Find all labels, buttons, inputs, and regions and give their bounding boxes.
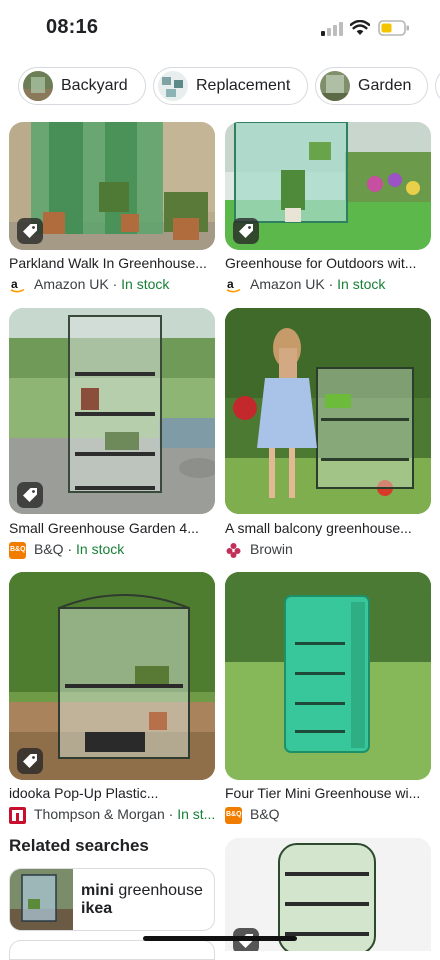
stock-status: In stock bbox=[121, 276, 170, 292]
svg-text:a: a bbox=[227, 277, 234, 291]
result-title: Greenhouse for Outdoors wit... bbox=[225, 255, 417, 271]
source-name: B&Q bbox=[34, 541, 64, 557]
related-search-bold: mini bbox=[81, 882, 114, 899]
result-card[interactable]: Small Greenhouse Garden 4... B&Q B&Q · I… bbox=[9, 308, 215, 559]
product-tag-icon bbox=[17, 482, 43, 508]
result-card-partial[interactable] bbox=[225, 838, 431, 951]
chip-label: Backyard bbox=[61, 77, 128, 94]
result-card[interactable]: A small balcony greenhouse... Browin bbox=[225, 308, 431, 558]
result-title: A small balcony greenhouse... bbox=[225, 520, 412, 536]
chip-garden[interactable]: Garden bbox=[315, 67, 428, 105]
source-name: B&Q bbox=[250, 806, 280, 822]
filter-chips: Backyard Replacement Garden bbox=[0, 64, 440, 110]
chip-more[interactable] bbox=[435, 67, 440, 105]
result-image[interactable] bbox=[225, 572, 431, 780]
result-source: B&Q B&Q · In stock bbox=[9, 541, 124, 559]
result-source: a Amazon UK · In stock bbox=[225, 276, 385, 294]
related-search-text: mini greenhouse ikea bbox=[81, 882, 203, 918]
stock-status: In st... bbox=[177, 806, 216, 822]
bq-logo-text: B&Q bbox=[226, 810, 242, 818]
chip-thumbnail bbox=[320, 71, 350, 101]
related-search-rest: greenhouse bbox=[113, 882, 203, 899]
result-title: Parkland Walk In Greenhouse... bbox=[9, 255, 207, 271]
chip-label: Garden bbox=[358, 77, 412, 94]
stock-status: In stock bbox=[337, 276, 386, 292]
source-name: Browin bbox=[250, 541, 293, 557]
related-search-item[interactable] bbox=[9, 940, 215, 960]
thompson-morgan-logo-icon bbox=[9, 806, 26, 824]
chip-label: Replacement bbox=[196, 77, 291, 94]
wifi-icon bbox=[350, 20, 370, 35]
result-title: idooka Pop-Up Plastic... bbox=[9, 785, 159, 801]
source-name: Amazon UK bbox=[250, 276, 325, 292]
source-name: Thompson & Morgan bbox=[34, 806, 165, 822]
source-name: Amazon UK bbox=[34, 276, 109, 292]
related-search-item[interactable]: mini greenhouse ikea bbox=[9, 868, 215, 931]
amazon-logo-icon: a bbox=[225, 277, 242, 294]
browin-logo-icon bbox=[225, 542, 242, 559]
stock-separator: · bbox=[108, 276, 122, 292]
result-image[interactable] bbox=[225, 308, 431, 514]
bq-logo-icon: B&Q bbox=[9, 541, 26, 559]
stock-separator: · bbox=[164, 806, 178, 822]
bq-logo-text: B&Q bbox=[10, 545, 26, 553]
product-tag-icon bbox=[17, 218, 43, 244]
stock-separator: · bbox=[63, 541, 77, 557]
battery-icon bbox=[378, 20, 409, 36]
result-card[interactable]: Greenhouse for Outdoors wit... a Amazon … bbox=[225, 122, 431, 294]
svg-text:a: a bbox=[11, 277, 18, 291]
status-time: 08:16 bbox=[46, 16, 99, 38]
result-source: Thompson & Morgan · In st... bbox=[9, 806, 215, 824]
result-card[interactable]: Four Tier Mini Greenhouse wi... B&Q B&Q bbox=[225, 572, 431, 824]
result-source: Browin bbox=[225, 541, 293, 559]
chip-thumbnail bbox=[23, 71, 53, 101]
result-title: Small Greenhouse Garden 4... bbox=[9, 520, 199, 536]
chip-replacement[interactable]: Replacement bbox=[153, 67, 308, 105]
product-tag-icon bbox=[233, 218, 259, 244]
amazon-logo-icon: a bbox=[9, 277, 26, 294]
cellular-signal-icon bbox=[321, 22, 343, 36]
bq-logo-icon: B&Q bbox=[225, 806, 242, 824]
result-title: Four Tier Mini Greenhouse wi... bbox=[225, 785, 421, 801]
stock-status: In stock bbox=[76, 541, 125, 557]
product-tag-icon bbox=[17, 748, 43, 774]
related-search-thumbnail bbox=[10, 869, 73, 930]
chip-thumbnail bbox=[158, 71, 188, 101]
result-source: a Amazon UK · In stock bbox=[9, 276, 169, 294]
stock-separator: · bbox=[324, 276, 338, 292]
related-searches-title: Related searches bbox=[9, 836, 149, 855]
related-search-bold-2: ikea bbox=[81, 900, 113, 917]
home-indicator[interactable] bbox=[143, 936, 297, 941]
result-card[interactable]: idooka Pop-Up Plastic... Thompson & Morg… bbox=[9, 572, 215, 824]
status-bar: 08:16 bbox=[0, 0, 440, 58]
result-source: B&Q B&Q bbox=[225, 806, 280, 824]
chip-backyard[interactable]: Backyard bbox=[18, 67, 146, 105]
result-card[interactable]: Parkland Walk In Greenhouse... a Amazon … bbox=[9, 122, 215, 294]
